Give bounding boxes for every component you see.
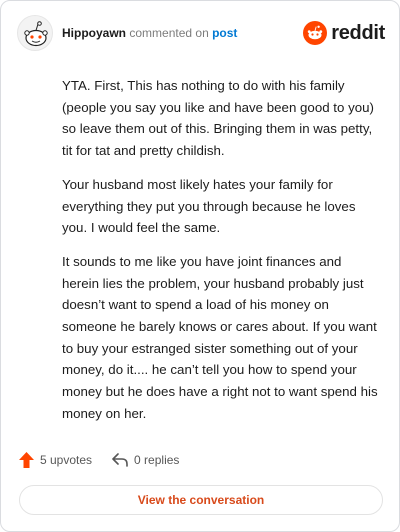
commented-on-text: commented on [129,26,209,40]
comment-paragraph-1: YTA. First, This has nothing to do with … [62,78,374,159]
comment-header: Hippoyawn commented on post reddit [17,15,385,55]
replies-button[interactable]: 0 replies [112,453,179,467]
post-link[interactable]: post [212,26,237,40]
reddit-brand[interactable]: reddit [303,19,385,47]
reddit-wordmark: reddit [331,21,385,44]
comment-paragraph-2: Your husband most likely hates your fami… [62,176,356,236]
comment-meta: Hippoyawn commented on post [62,26,237,40]
comment-paragraph-3: It sounds to me like you have joint fina… [62,253,378,421]
view-conversation-button[interactable]: View the conversation [19,485,383,515]
comment-card: Hippoyawn commented on post reddit YTA. … [0,0,400,532]
upvote-arrow-icon [19,452,34,468]
reply-count: 0 replies [134,453,180,467]
comment-actions: 5 upvotes 0 replies [19,449,199,471]
reply-arrow-icon [112,453,128,467]
username-link[interactable]: Hippoyawn [62,26,126,40]
comment-body: YTA. First, This has nothing to do with … [62,75,378,437]
reddit-logo-icon [303,21,328,45]
upvote-count: 5 upvotes [40,453,93,467]
snoo-avatar-icon[interactable] [17,15,53,51]
upvote-button[interactable]: 5 upvotes [19,452,92,468]
